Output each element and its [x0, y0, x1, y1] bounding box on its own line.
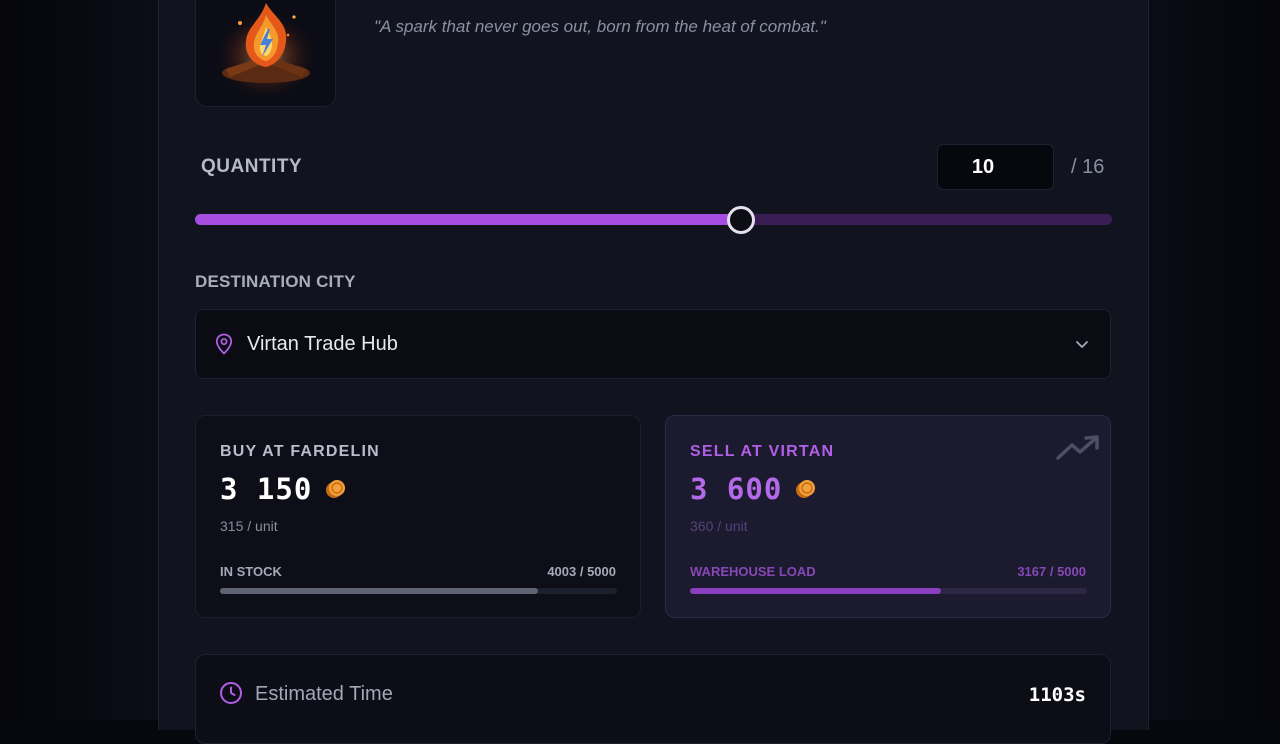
gold-coin-icon — [324, 477, 348, 501]
sell-title: SELL AT VIRTAN — [690, 443, 835, 460]
trending-up-icon — [1056, 434, 1102, 467]
estimated-time-box: Estimated Time 1103s — [195, 654, 1111, 744]
quantity-max: / 16 — [1071, 156, 1105, 178]
in-stock-value: 4003 / 5000 — [547, 564, 616, 579]
stock-bar — [220, 588, 617, 594]
destination-city-select[interactable]: Virtan Trade Hub — [195, 309, 1111, 379]
estimated-time-label: Estimated Time — [255, 683, 393, 705]
chevron-down-icon — [1074, 336, 1090, 357]
buy-total-price: 3 150 — [220, 472, 313, 506]
destination-label: DESTINATION CITY — [195, 272, 356, 291]
buy-card: BUY AT FARDELIN 3 150 315 / unit IN STOC… — [195, 415, 641, 618]
quantity-slider[interactable] — [195, 214, 1112, 225]
sell-card: SELL AT VIRTAN 3 600 360 / unit WAREHOUS… — [665, 415, 1111, 618]
quantity-input[interactable] — [937, 144, 1054, 190]
quantity-slider-thumb[interactable] — [726, 206, 755, 234]
estimated-time-value: 1103s — [1028, 684, 1086, 706]
quantity-label: QUANTITY — [201, 156, 303, 177]
destination-city-value: Virtan Trade Hub — [247, 333, 398, 355]
warehouse-load-label: WAREHOUSE LOAD — [690, 564, 816, 579]
item-thumbnail — [195, 0, 336, 107]
warehouse-bar-fill — [690, 588, 942, 594]
warehouse-bar — [690, 588, 1087, 594]
gold-coin-icon — [794, 477, 818, 501]
map-pin-icon — [215, 333, 233, 360]
sell-unit-price: 360 / unit — [690, 518, 748, 534]
clock-icon — [219, 681, 243, 710]
buy-title: BUY AT FARDELIN — [220, 443, 380, 460]
item-flavor-text: "A spark that never goes out, born from … — [374, 17, 826, 36]
sell-total-price: 3 600 — [690, 472, 783, 506]
buy-unit-price: 315 / unit — [220, 518, 278, 534]
warehouse-load-value: 3167 / 5000 — [1017, 564, 1086, 579]
in-stock-label: IN STOCK — [220, 564, 282, 579]
campfire-spark-icon — [196, 0, 335, 106]
quantity-slider-fill — [195, 214, 741, 225]
stock-bar-fill — [220, 588, 538, 594]
